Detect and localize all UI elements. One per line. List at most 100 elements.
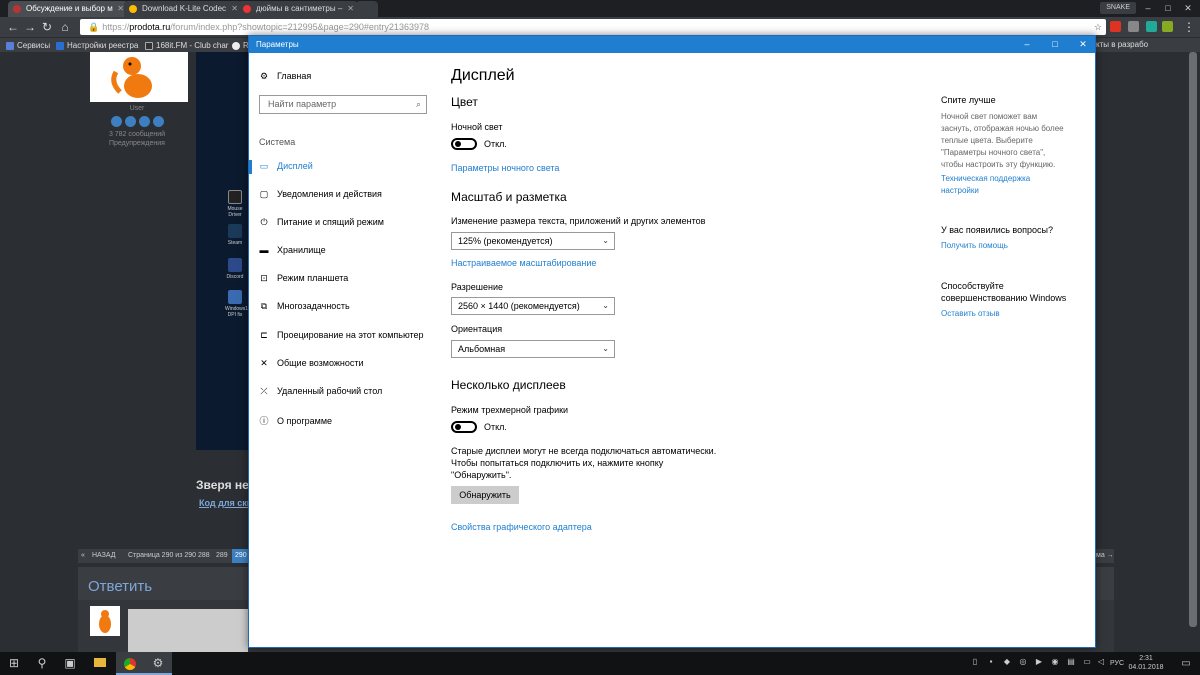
bookmark-item[interactable]: Сервисы	[6, 38, 50, 53]
bookmark-overflow[interactable]: кты в разрабо	[1096, 37, 1148, 52]
bookmark-star-icon[interactable]: ☆	[1094, 19, 1102, 35]
gear-icon: ⚙	[259, 71, 269, 81]
night-light-settings-link[interactable]: Параметры ночного света	[451, 163, 559, 173]
page-scrollbar[interactable]	[1186, 52, 1200, 652]
close-tab-icon[interactable]: ✕	[347, 1, 354, 17]
search-icon[interactable]: ⚲	[28, 652, 56, 675]
page-link[interactable]: 289	[216, 549, 228, 563]
nav-item-label: Проецирование на этот компьютер	[277, 330, 424, 340]
browser-tab[interactable]: Обсуждение и выбор м ✕	[8, 1, 128, 17]
browser-tab[interactable]: Download K-Lite Codec ✕	[124, 1, 242, 17]
bookmark-item[interactable]: Настройки реестра	[56, 38, 138, 53]
toggle-knob	[455, 141, 461, 147]
tray-discord-icon[interactable]: ◉	[1050, 657, 1060, 669]
nav-item-tablet[interactable]: ⊡ Режим планшета	[259, 273, 348, 284]
url-prefix: https://	[102, 22, 130, 32]
task-view-icon[interactable]: ▣	[56, 652, 84, 675]
maximize-icon[interactable]: □	[1041, 36, 1069, 53]
nav-home[interactable]: ⚙ Главная	[259, 71, 311, 82]
nav-item-power[interactable]: ⏻ Питание и спящий режим	[259, 217, 384, 228]
post-heading: Зверя нет	[196, 478, 255, 492]
nav-item-about[interactable]: ⓘ О программе	[259, 414, 332, 427]
page-link[interactable]: 288	[198, 549, 210, 563]
night-light-toggle[interactable]	[451, 138, 477, 150]
home-icon[interactable]: ⌂	[56, 17, 74, 37]
nav-item-label: Удаленный рабочий стол	[277, 386, 383, 396]
shared-icon: ✕	[260, 358, 268, 368]
nav-item-shared[interactable]: ✕ Общие возможности	[259, 358, 363, 369]
start-windows-icon[interactable]: ⊞	[0, 652, 28, 675]
forward-arrow-icon[interactable]: →	[21, 17, 39, 37]
close-window-icon[interactable]: ✕	[1178, 0, 1198, 17]
network-icon[interactable]: ▭	[1082, 657, 1092, 669]
minimize-icon[interactable]: –	[1013, 36, 1041, 53]
nav-item-remote[interactable]: ⤫ Удаленный рабочий стол	[259, 386, 382, 397]
stereo-toggle[interactable]	[451, 421, 477, 433]
chevron-down-icon: ⌄	[602, 236, 609, 245]
bookmark-item[interactable]: 168it.FM - Club char	[145, 38, 228, 53]
language-indicator[interactable]: РУС	[1110, 652, 1124, 675]
browser-tab[interactable]: дюймы в сантиметры – ✕	[238, 1, 358, 17]
tray-icon[interactable]: ▤	[1066, 657, 1076, 669]
extension-icon[interactable]	[1128, 21, 1139, 32]
improve-title: Способствуйте совершенствованию Windows	[941, 280, 1066, 304]
extension-icon[interactable]	[1162, 21, 1173, 32]
clock[interactable]: 2:31 04.01.2018	[1128, 654, 1164, 672]
file-explorer-icon[interactable]	[86, 652, 114, 675]
sleep-text-line: Ночной свет поможет вам	[941, 112, 1038, 121]
notifications-icon: ▢	[259, 189, 269, 199]
nav-item-storage[interactable]: ▬ Хранилище	[259, 245, 326, 255]
profile-button[interactable]: SNAKE	[1100, 2, 1136, 14]
nav-item-label: Питание и спящий режим	[277, 217, 384, 227]
tray-icon[interactable]: ▶	[1034, 657, 1044, 669]
settings-gear-icon[interactable]: ⚙	[144, 652, 172, 675]
chrome-icon[interactable]	[116, 652, 144, 675]
extension-icon[interactable]	[1146, 21, 1157, 32]
detect-button[interactable]: Обнаружить	[451, 486, 519, 504]
maximize-icon[interactable]: □	[1158, 0, 1178, 17]
pager-next-link[interactable]: ма →	[1096, 549, 1114, 563]
volume-icon[interactable]: ◁	[1096, 657, 1106, 669]
clock-date: 04.01.2018	[1128, 664, 1164, 671]
close-icon[interactable]: ✕	[1069, 36, 1097, 53]
orientation-dropdown[interactable]: Альбомная ⌄	[451, 340, 615, 358]
close-tab-icon[interactable]: ✕	[117, 1, 124, 17]
tray-icon[interactable]: ▯	[970, 657, 980, 669]
scale-dropdown[interactable]: 125% (рекомендуется) ⌄	[451, 232, 615, 250]
nav-item-multitasking[interactable]: ⧉ Многозадачность	[259, 301, 350, 312]
reply-editor[interactable]	[128, 609, 248, 652]
scrollbar-thumb[interactable]	[1189, 52, 1197, 627]
multitask-icon: ⧉	[260, 301, 268, 311]
extension-opera-icon[interactable]	[1110, 21, 1121, 32]
prev-arrow-icon[interactable]: «	[81, 549, 85, 563]
lock-icon: 🔒	[88, 22, 100, 32]
notifications-icon[interactable]: ▭	[1176, 652, 1196, 675]
resolution-dropdown[interactable]: 2560 × 1440 (рекомендуется) ⌄	[451, 297, 615, 315]
back-arrow-icon[interactable]: ←	[4, 17, 22, 37]
reload-icon[interactable]: ↻	[38, 17, 56, 37]
remote-icon: ⤫	[260, 386, 268, 396]
tray-icon[interactable]: ◆	[1002, 657, 1012, 669]
custom-scaling-link[interactable]: Настраиваемое масштабирование	[451, 258, 596, 268]
menu-icon[interactable]: ⋮	[1180, 17, 1198, 37]
support-link[interactable]: Техническая поддержка настройки	[941, 173, 1030, 197]
window-title: Параметры	[256, 40, 299, 49]
new-tab-button[interactable]	[356, 1, 378, 17]
nav-item-display[interactable]: ▭ Дисплей	[259, 161, 313, 172]
message-count: 3 782 сообщений	[108, 131, 166, 138]
close-tab-icon[interactable]: ✕	[231, 1, 238, 17]
tray-icon[interactable]: ▪	[986, 657, 996, 669]
active-indicator	[249, 160, 252, 174]
bookmark-item[interactable]: R	[232, 38, 249, 53]
settings-search-input[interactable]: Найти параметр ⌕	[259, 95, 427, 114]
tray-steam-icon[interactable]: ◎	[1018, 657, 1028, 669]
adapter-properties-link[interactable]: Свойства графического адаптера	[451, 522, 592, 532]
pager-back-button[interactable]: НАЗАД	[92, 549, 116, 563]
get-help-link[interactable]: Получить помощь	[941, 240, 1008, 252]
minimize-icon[interactable]: –	[1138, 0, 1158, 17]
nav-item-notifications[interactable]: ▢ Уведомления и действия	[259, 189, 382, 200]
nav-item-label: Режим планшета	[277, 273, 349, 283]
feedback-link[interactable]: Оставить отзыв	[941, 308, 1000, 320]
nav-item-projecting[interactable]: ⊏ Проецирование на этот компьютер	[259, 330, 424, 341]
address-bar[interactable]: 🔒 https://prodota.ru/forum/index.php?show…	[80, 19, 1106, 35]
